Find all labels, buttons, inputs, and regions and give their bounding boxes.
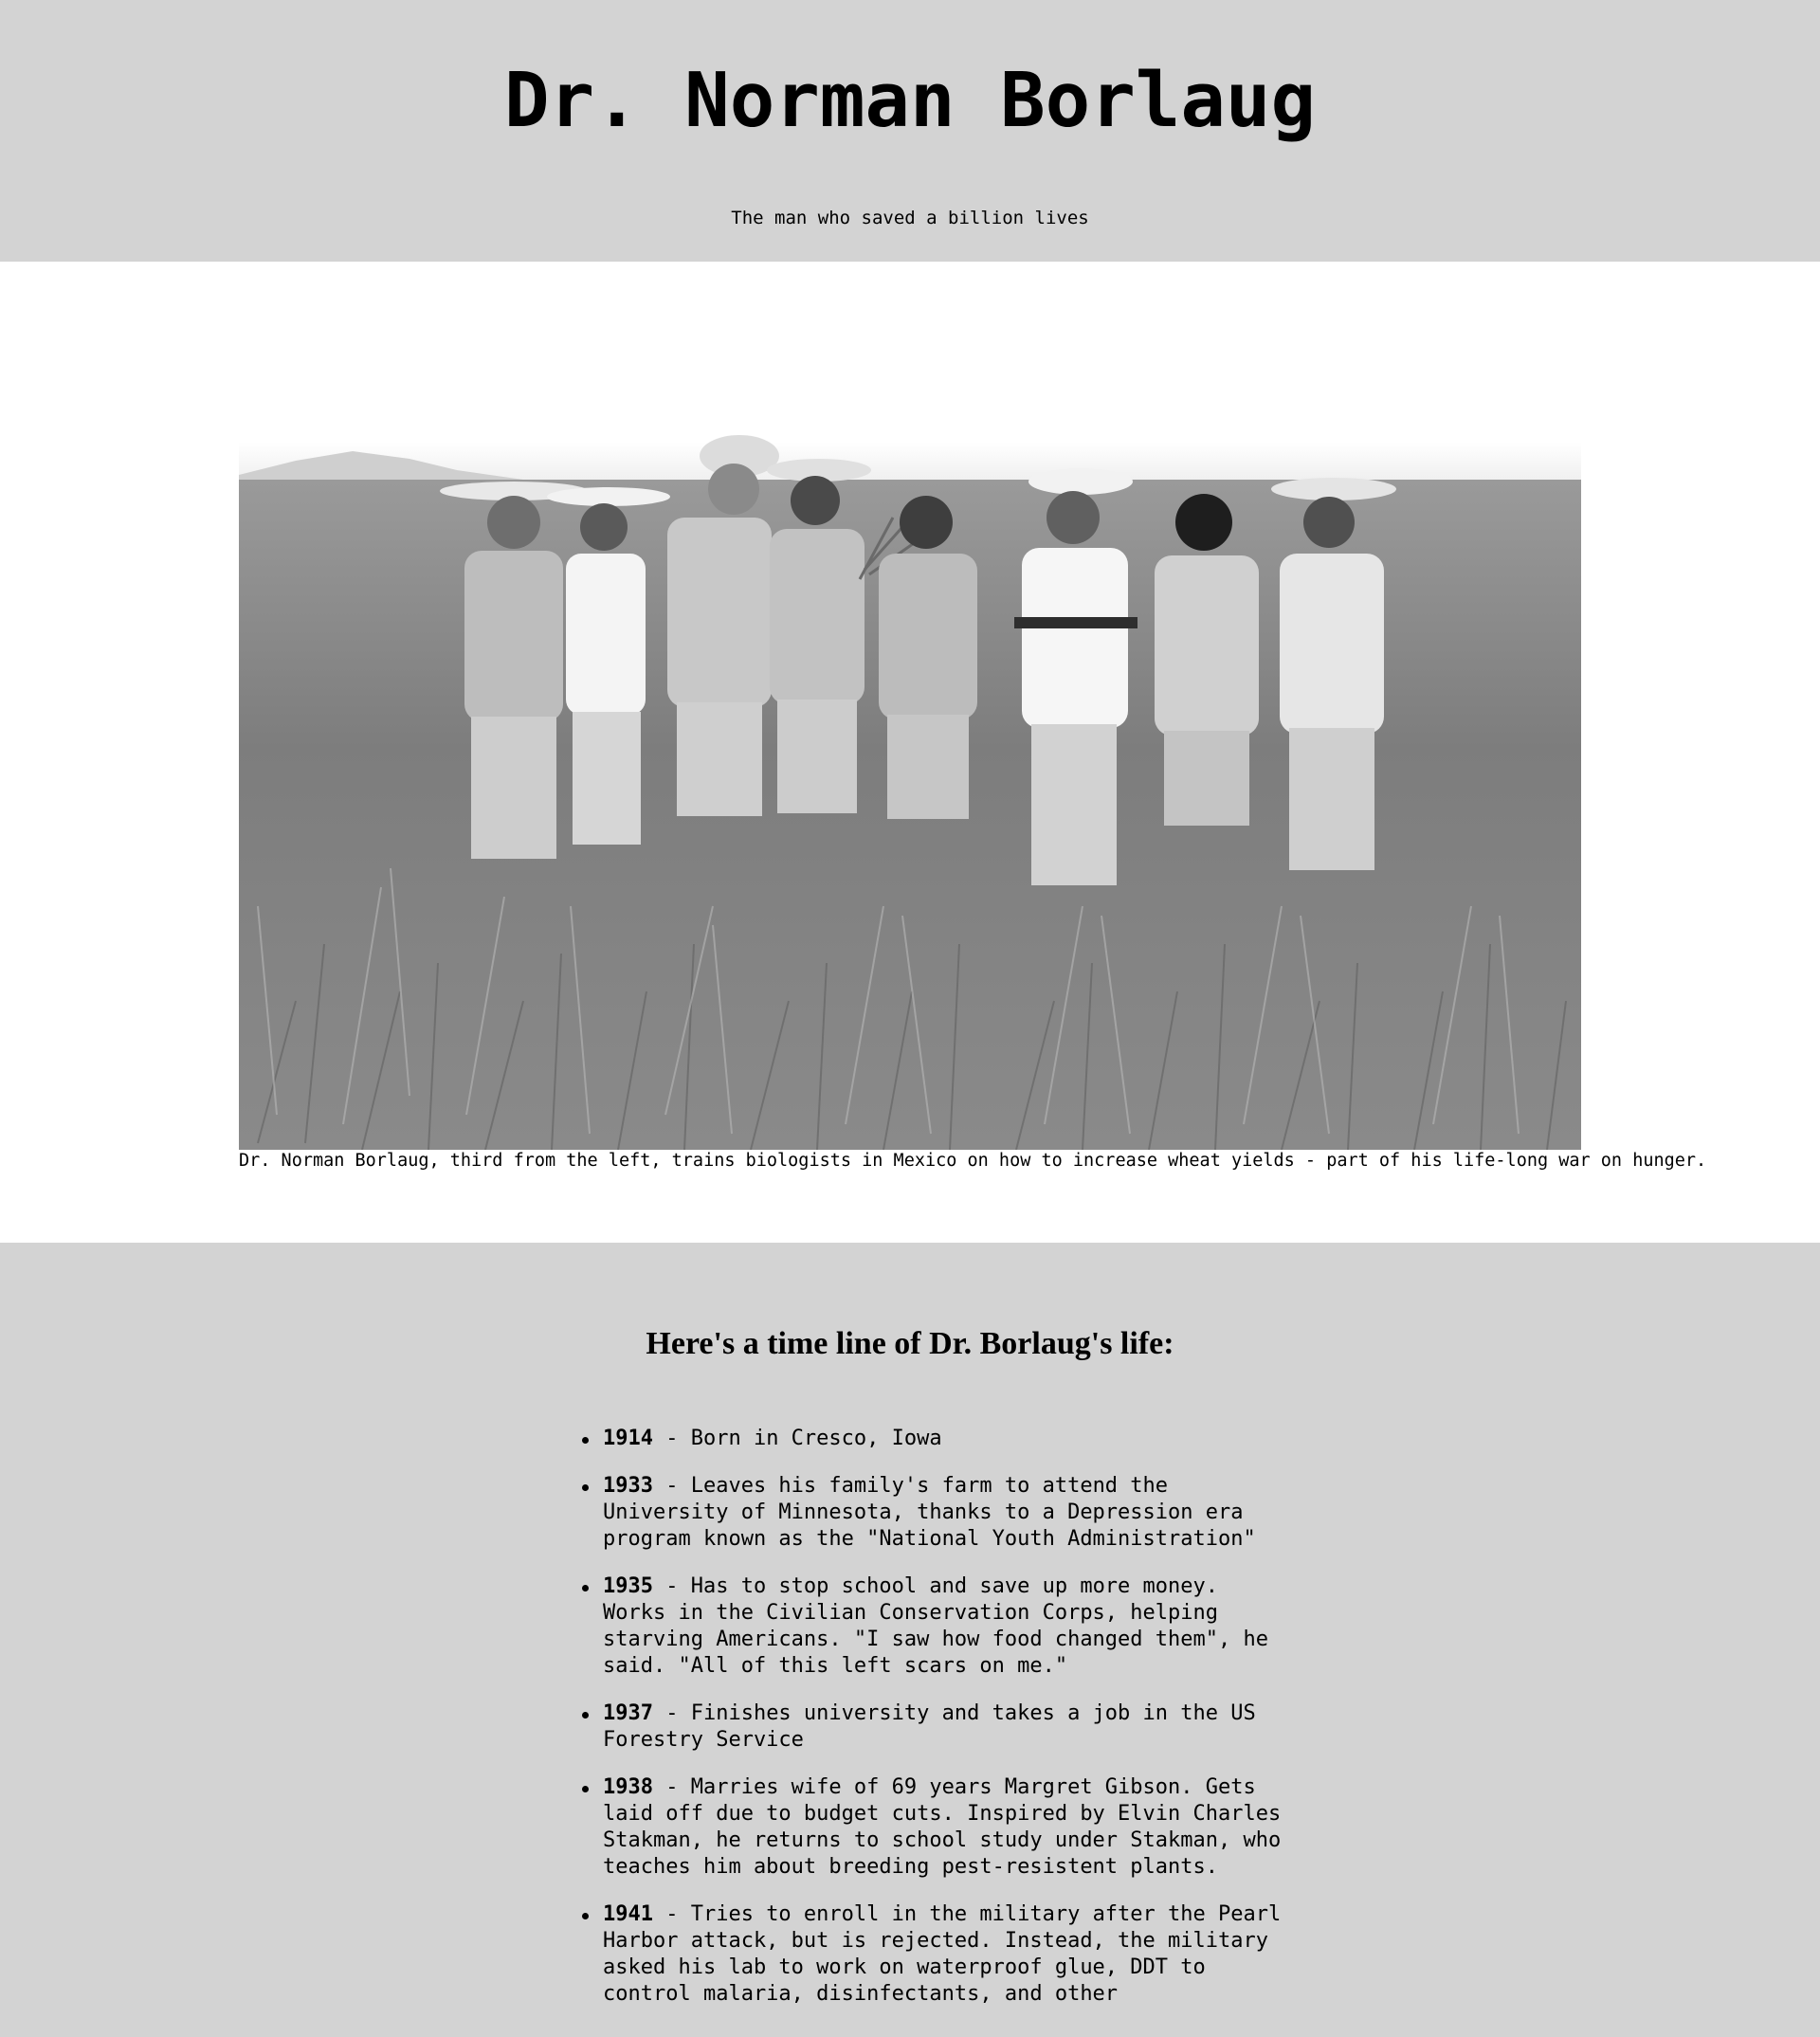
timeline-item: 1933 - Leaves his family's farm to atten…: [582, 1473, 1285, 1553]
timeline-text: - Leaves his family's farm to attend the…: [603, 1474, 1256, 1551]
page-header: Dr. Norman Borlaug The man who saved a b…: [0, 0, 1820, 262]
timeline-year: 1938: [603, 1775, 653, 1799]
timeline-text: - Tries to enroll in the military after …: [603, 1902, 1282, 2006]
photo-section: Dr. Norman Borlaug, third from the left,…: [0, 262, 1820, 1243]
timeline-text: - Finishes university and takes a job in…: [603, 1701, 1256, 1752]
timeline-section: Here's a time line of Dr. Borlaug's life…: [0, 1243, 1820, 2037]
timeline-item: 1914 - Born in Cresco, Iowa: [582, 1426, 1285, 1452]
field-photo: [239, 337, 1581, 1150]
timeline-year: 1935: [603, 1574, 653, 1598]
timeline-list: 1914 - Born in Cresco, Iowa 1933 - Leave…: [581, 1426, 1285, 2028]
timeline-item: 1935 - Has to stop school and save up mo…: [582, 1573, 1285, 1680]
timeline-text: - Marries wife of 69 years Margret Gibso…: [603, 1775, 1282, 1879]
photo-caption: Dr. Norman Borlaug, third from the left,…: [239, 1151, 1707, 1171]
page-title: Dr. Norman Borlaug: [503, 57, 1317, 144]
timeline-heading: Here's a time line of Dr. Borlaug's life…: [646, 1326, 1174, 1361]
timeline-year: 1937: [603, 1701, 653, 1725]
timeline-year: 1941: [603, 1902, 653, 1926]
timeline-item: 1938 - Marries wife of 69 years Margret …: [582, 1774, 1285, 1881]
timeline-item: 1937 - Finishes university and takes a j…: [582, 1701, 1285, 1754]
timeline-text: - Born in Cresco, Iowa: [652, 1427, 942, 1450]
timeline-year: 1914: [603, 1427, 653, 1450]
timeline-year: 1933: [603, 1474, 653, 1498]
timeline-item: 1941 - Tries to enroll in the military a…: [582, 1901, 1285, 2008]
page-subtitle: The man who saved a billion lives: [731, 208, 1089, 228]
timeline-text: - Has to stop school and save up more mo…: [603, 1574, 1268, 1678]
